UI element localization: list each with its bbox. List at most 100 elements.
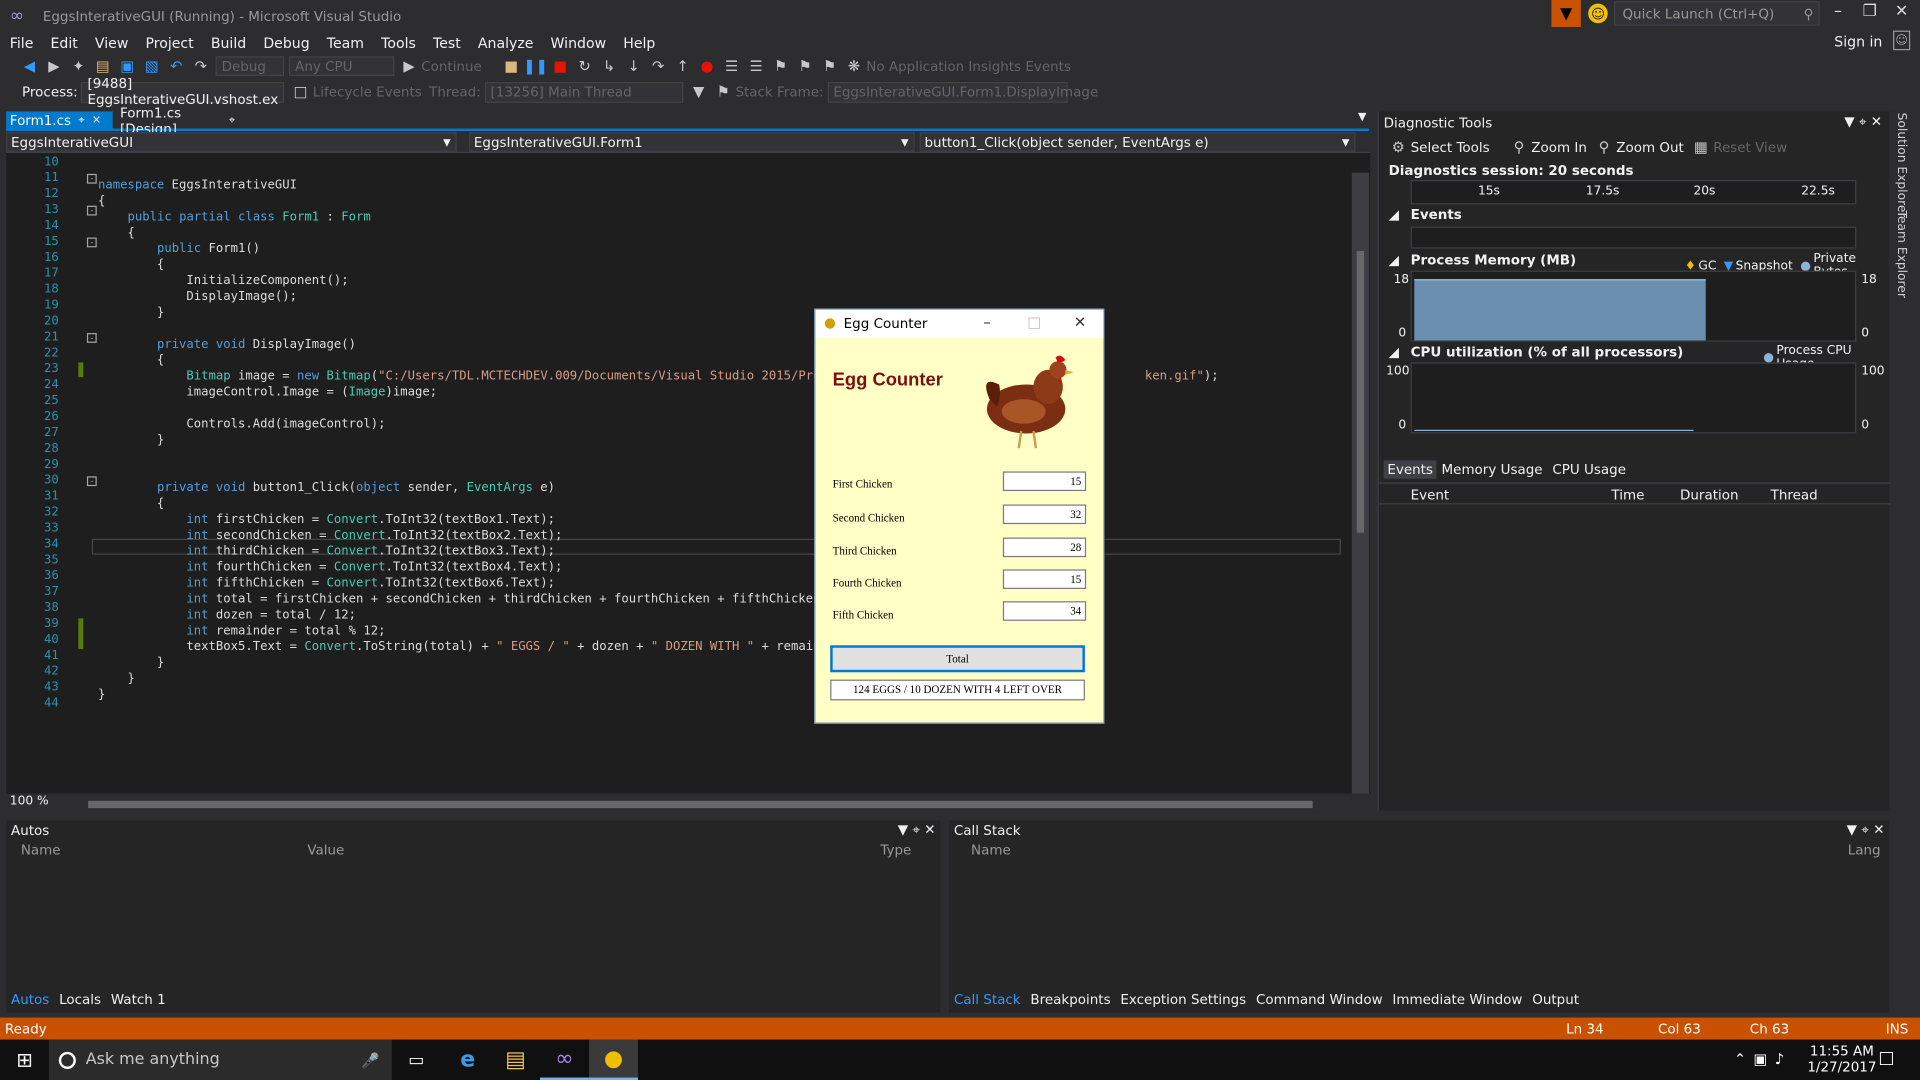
menu-window[interactable]: Window <box>551 34 607 51</box>
feedback-smile-icon[interactable]: ☺ <box>1588 3 1608 24</box>
menu-help[interactable]: Help <box>623 34 655 51</box>
step-over-icon[interactable]: ↷ <box>648 56 668 76</box>
step-into-icon[interactable]: ↓ <box>624 56 644 76</box>
notifications-filter-icon[interactable]: ▼ <box>1551 0 1581 27</box>
menu-project[interactable]: Project <box>146 34 194 51</box>
collapse-icon[interactable]: ◢ <box>1389 252 1399 268</box>
quick-launch-input[interactable]: Quick Launch (Ctrl+Q) ⚲ <box>1613 1 1820 26</box>
project-dropdown[interactable]: EggsInterativeGUI ▼ <box>6 132 457 152</box>
panel-controls-icon[interactable]: ▼ ⌖ ✕ <box>898 822 936 839</box>
continue-icon[interactable]: ▶ <box>399 56 419 76</box>
panel-controls-icon[interactable]: ▼ ⌖ ✕ <box>1847 822 1885 839</box>
menu-analyze[interactable]: Analyze <box>478 34 534 51</box>
second-chicken-input[interactable]: 32 <box>1002 504 1087 525</box>
editor-vertical-scrollbar[interactable] <box>1351 172 1369 794</box>
class-dropdown[interactable]: EggsInterativeGUI.Form1 ▼ <box>468 132 915 152</box>
stack-frame-dropdown[interactable]: EggsInterativeGUI.Form1.DisplayImage <box>827 81 1098 103</box>
pause-icon[interactable]: ❚❚ <box>523 56 548 76</box>
cortana-search-box[interactable]: Ask me anything 🎤 <box>48 1039 392 1080</box>
column-event[interactable]: Event <box>1411 487 1450 503</box>
fifth-chicken-input[interactable]: 34 <box>1002 601 1087 621</box>
open-icon[interactable]: ▤ <box>93 56 113 76</box>
collapse-icon[interactable]: - <box>86 205 97 216</box>
menu-team[interactable]: Team <box>327 34 364 51</box>
action-center-icon[interactable]: □ <box>1878 1048 1894 1068</box>
breakpoint-toggle-icon[interactable]: ● <box>697 56 717 76</box>
clock[interactable]: 11:55 AM 1/27/2017 <box>1807 1043 1876 1075</box>
configuration-dropdown[interactable]: Debug <box>215 56 285 76</box>
thread-dropdown[interactable]: [13256] Main Thread <box>484 81 683 103</box>
minimize-icon[interactable]: – <box>1822 2 1854 20</box>
menu-tools[interactable]: Tools <box>381 34 416 51</box>
undo-icon[interactable]: ↶ <box>167 56 187 76</box>
code-editor[interactable]: 10 11 12 13 14 15 16 17 18 19 20 21 22 23 24 25 26 27 28 29… <box>6 153 1371 794</box>
network-icon[interactable]: ▣ <box>1754 1051 1768 1068</box>
tab-form1-design[interactable]: Form1.cs [Design] ⌖ <box>116 105 238 137</box>
panel-close-icon[interactable]: ▼ ⌖ ✕ <box>1844 114 1882 131</box>
maximize-icon[interactable]: □ <box>1027 313 1041 330</box>
minimize-icon[interactable]: – <box>983 313 990 330</box>
volume-icon[interactable]: ♪ <box>1775 1051 1784 1068</box>
column-time[interactable]: Time <box>1611 487 1644 503</box>
visual-studio-taskbar-icon[interactable]: ∞ <box>540 1040 589 1080</box>
total-button[interactable]: Total <box>830 645 1085 673</box>
close-icon[interactable]: ✕ <box>1074 313 1086 330</box>
bookmark-next-icon[interactable]: ⚑ <box>820 56 840 76</box>
lifecycle-events-dropdown[interactable]: Lifecycle Events <box>313 84 422 100</box>
sign-in-link[interactable]: Sign in <box>1834 33 1882 50</box>
collapse-icon[interactable]: - <box>86 237 97 248</box>
flag-thread-icon[interactable]: ▼ <box>689 82 709 102</box>
collapse-icon[interactable]: - <box>86 333 97 343</box>
tab-events[interactable]: Events <box>1383 460 1437 479</box>
bookmark-icon[interactable]: ⚑ <box>771 56 791 76</box>
save-all-icon[interactable]: ▧ <box>142 56 162 76</box>
tab-exception-settings[interactable]: Exception Settings <box>1120 992 1246 1008</box>
column-type[interactable]: Type <box>880 842 911 858</box>
account-icon[interactable]: ☺ <box>1893 30 1911 51</box>
collapse-icon[interactable]: - <box>86 476 97 487</box>
chevron-up-icon[interactable]: ⌃ <box>1734 1051 1746 1068</box>
egg-counter-taskbar-icon[interactable]: ● <box>588 1039 638 1080</box>
comment-icon[interactable]: ☰ <box>722 56 742 76</box>
tab-cpu-usage[interactable]: CPU Usage <box>1552 462 1626 478</box>
step-out-icon[interactable]: ↑ <box>673 56 693 76</box>
tab-memory-usage[interactable]: Memory Usage <box>1442 462 1543 478</box>
column-name[interactable]: Name <box>21 842 61 858</box>
new-project-icon[interactable]: ✦ <box>69 56 89 76</box>
process-dropdown[interactable]: [9488] EggsInterativeGUI.vshost.ex <box>81 76 285 108</box>
zoom-out-button[interactable]: Zoom Out <box>1616 139 1684 155</box>
column-thread[interactable]: Thread <box>1771 487 1818 503</box>
tab-form1-cs[interactable]: Form1.cs ⌖ ✕ <box>6 111 113 130</box>
fourth-chicken-input[interactable]: 15 <box>1002 569 1087 589</box>
select-tools-button[interactable]: Select Tools <box>1411 139 1490 155</box>
platform-dropdown[interactable]: Any CPU <box>288 56 395 76</box>
column-name[interactable]: Name <box>971 842 1011 858</box>
third-chicken-input[interactable]: 28 <box>1002 537 1087 558</box>
flag-all-icon[interactable]: ⚑ <box>713 82 733 102</box>
edge-browser-icon[interactable]: e <box>443 1040 492 1080</box>
tab-output[interactable]: Output <box>1532 992 1579 1008</box>
menu-file[interactable]: File <box>10 34 34 51</box>
back-icon[interactable]: ◀ <box>20 56 40 76</box>
task-view-icon[interactable]: ▭ <box>392 1040 441 1080</box>
restore-icon[interactable]: ❐ <box>1854 2 1886 20</box>
show-next-statement-icon[interactable]: ↳ <box>599 56 619 76</box>
timeline-ruler[interactable]: 15s 17.5s 20s 22.5s <box>1410 180 1857 205</box>
pin-icon[interactable]: ⌖ <box>78 114 84 126</box>
tab-list-chevron-icon[interactable]: ▼ <box>1358 111 1366 123</box>
zoom-in-button[interactable]: Zoom In <box>1531 139 1587 155</box>
restart-icon[interactable]: ↻ <box>575 56 595 76</box>
memory-chart[interactable] <box>1410 270 1857 342</box>
menu-view[interactable]: View <box>95 34 128 51</box>
app-insights-dropdown[interactable]: No Application Insights Events <box>866 58 1071 74</box>
redo-icon[interactable]: ↷ <box>191 56 211 76</box>
close-tab-icon[interactable]: ✕ <box>92 114 101 126</box>
tab-call-stack[interactable]: Call Stack <box>954 992 1021 1008</box>
tab-breakpoints[interactable]: Breakpoints <box>1030 992 1110 1008</box>
tab-autos[interactable]: Autos <box>11 992 49 1008</box>
microphone-icon[interactable]: 🎤 <box>361 1051 379 1068</box>
scroll-thumb[interactable] <box>1356 251 1365 533</box>
menu-debug[interactable]: Debug <box>263 34 309 51</box>
member-dropdown[interactable]: button1_Click(object sender, EventArgs e… <box>919 132 1356 152</box>
tab-command-window[interactable]: Command Window <box>1256 992 1383 1008</box>
